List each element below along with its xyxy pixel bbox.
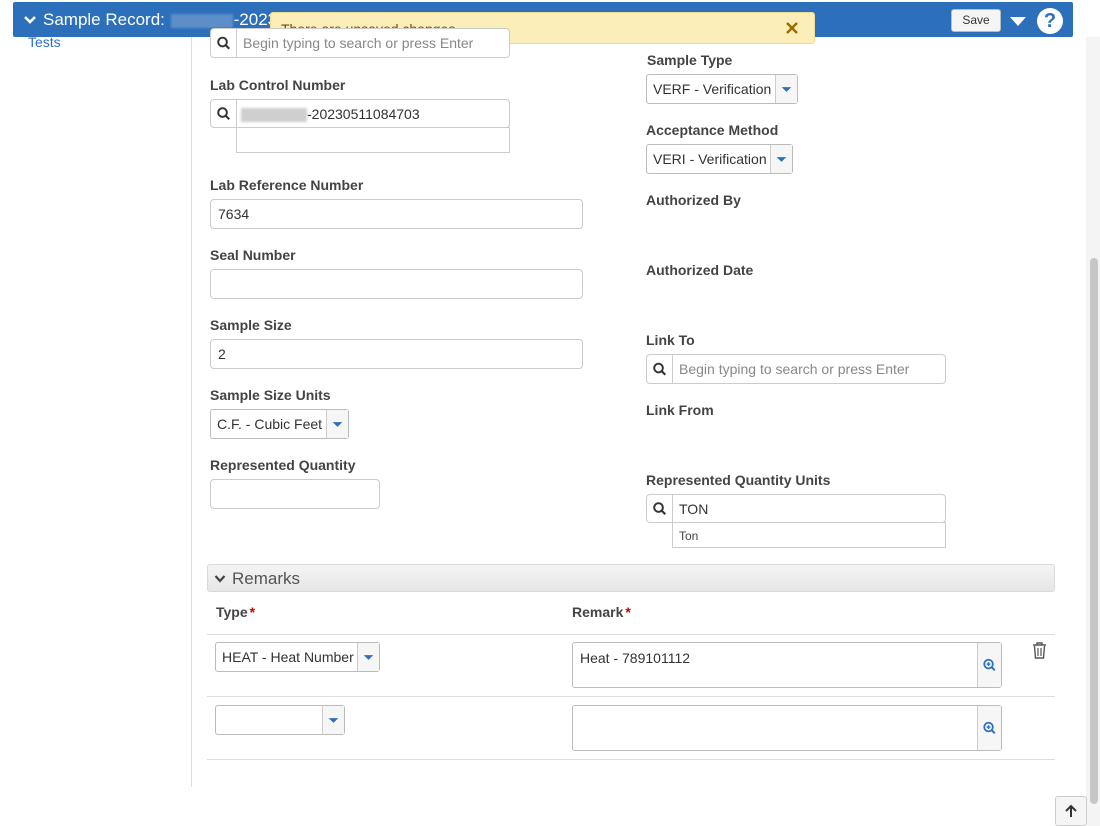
rep-qty-units-label: Represented Quantity Units [646,472,831,488]
sample-size-units-select[interactable]: C.F. - Cubic Feet [210,409,349,439]
search-icon [653,355,673,383]
rep-qty-label: Represented Quantity [210,457,356,473]
remarks-title: Remarks [232,569,301,588]
scrollbar-thumb[interactable] [1090,258,1098,804]
lab-control-dropdown[interactable] [236,127,510,153]
remark-text: Heat - 789101112 [580,650,691,666]
scroll-to-top-button[interactable] [1055,796,1087,826]
search-icon [217,29,237,57]
lab-ref-label: Lab Reference Number [210,177,364,193]
chevron-down-icon[interactable] [214,573,226,585]
acceptance-method-value: VERI - Verification [653,151,767,167]
sample-size-units-label: Sample Size Units [210,387,331,403]
dropdown-arrow-icon[interactable] [775,75,797,103]
dropdown-arrow-icon[interactable] [326,410,348,438]
acceptance-method-label: Acceptance Method [646,122,779,138]
link-from-label: Link From [646,402,714,418]
sample-type-label: Sample Type [647,52,733,68]
remarks-remark-header: Remark * [572,604,631,620]
remarks-type-header: Type * [216,604,256,620]
search-icon [217,100,237,127]
zoom-in-icon[interactable] [977,706,1001,750]
sample-size-input[interactable]: 2 [210,339,583,369]
remark-type-select[interactable]: HEAT - Heat Number [215,642,380,672]
dropdown-arrow-icon[interactable] [322,706,344,734]
link-to-field[interactable]: Begin typing to search or press Enter [646,354,946,384]
sample-size-label: Sample Size [210,317,292,333]
link-to-label: Link To [646,332,695,348]
rep-qty-units-value: TON [679,501,709,517]
lab-control-label: Lab Control Number [210,77,346,93]
seal-number-input[interactable] [210,269,583,299]
close-icon[interactable] [783,19,801,37]
authorized-date-label: Authorized Date [646,262,754,278]
remark-textarea[interactable]: Heat - 789101112 [572,642,1002,688]
sample-size-units-value: C.F. - Cubic Feet [217,416,323,432]
record-title: Sample Record: -20230 [43,10,287,30]
lab-control-value: -20230511084703 [241,106,420,123]
rep-qty-units-suggestion-text: Ton [679,529,699,543]
save-button[interactable]: Save [951,9,1001,32]
nav-link-tests[interactable]: Tests [28,34,61,50]
caret-down-icon[interactable] [1009,14,1027,28]
lab-control-field[interactable]: -20230511084703 [210,99,510,128]
redacted-id [170,13,233,28]
search-icon [653,495,673,522]
top-search-field[interactable]: Begin typing to search or press Enter [210,28,510,58]
help-icon[interactable]: ? [1037,8,1063,34]
authorized-by-label: Authorized By [646,192,741,208]
trash-icon[interactable] [1031,641,1048,660]
acceptance-method-select[interactable]: VERI - Verification [646,144,793,174]
dropdown-arrow-icon[interactable] [770,145,792,173]
record-title-prefix: Sample Record: [43,10,165,29]
remark-textarea[interactable] [572,705,1002,751]
link-to-placeholder: Begin typing to search or press Enter [679,361,910,377]
redacted-id [241,108,307,123]
rep-qty-input[interactable] [210,479,380,509]
seal-number-label: Seal Number [210,247,296,263]
row-divider [207,696,1055,697]
rep-qty-units-suggestion[interactable]: Ton [672,522,946,548]
arrow-up-icon [1065,804,1077,817]
dropdown-arrow-icon[interactable] [357,643,379,671]
lab-ref-input[interactable]: 7634 [210,199,583,229]
zoom-in-icon[interactable] [977,643,1001,687]
panel-divider [191,37,192,787]
row-divider [207,759,1055,760]
remark-type-value: HEAT - Heat Number [222,649,354,665]
row-divider [207,634,1055,635]
rep-qty-units-field[interactable]: TON [646,494,946,523]
remark-type-select[interactable] [215,705,345,735]
sample-type-value: VERF - Verification [653,81,772,97]
chevron-down-icon[interactable] [23,13,37,27]
sample-type-select[interactable]: VERF - Verification [646,74,798,104]
remarks-section-header[interactable]: Remarks [207,564,1055,592]
top-search-placeholder: Begin typing to search or press Enter [243,35,474,51]
